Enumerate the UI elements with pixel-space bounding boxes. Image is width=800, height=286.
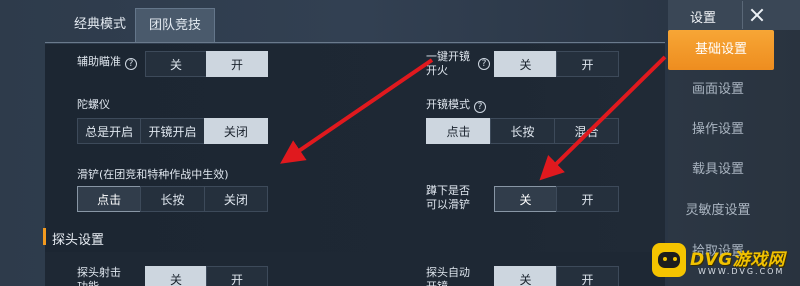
auto-peek-off[interactable]: 关 [494, 266, 557, 286]
crouch-slide-label-line1: 蹲下是否 [426, 184, 470, 197]
watermark-url: WWW.DVG.COM [698, 267, 785, 276]
peek-shoot-label: 探头射击 功能 [77, 266, 121, 286]
peek-shoot-label-line1: 探头射击 [77, 266, 121, 279]
auto-peek-toggle: 关 开 [494, 266, 619, 286]
help-icon[interactable]: ? [125, 58, 137, 70]
scope-mode-hold[interactable]: 长按 [490, 118, 555, 144]
mode-tabs: 经典模式 团队竞技 [0, 0, 668, 44]
slide-tap[interactable]: 点击 [77, 186, 142, 212]
aim-assist-on[interactable]: 开 [206, 51, 268, 77]
gyroscope-scope-on[interactable]: 开镜开启 [140, 118, 205, 144]
menu-item-basic-settings[interactable]: 基础设置 [668, 30, 774, 70]
auto-peek-label-line1: 探头自动 [426, 266, 470, 279]
peek-section-title: 探头设置 [52, 233, 105, 248]
section-accent-bar [43, 228, 46, 245]
settings-panel [45, 44, 665, 286]
slide-hold[interactable]: 长按 [140, 186, 205, 212]
tab-divider [45, 42, 665, 43]
aim-assist-off[interactable]: 关 [145, 51, 207, 77]
scope-mode-label-row: 开镜模式? [426, 98, 486, 113]
aim-assist-label-row: 辅助瞄准? [77, 55, 137, 70]
slide-off[interactable]: 关闭 [203, 186, 268, 212]
help-icon[interactable]: ? [474, 101, 486, 113]
watermark: DVG游戏网 WWW.DVG.COM [652, 239, 800, 286]
menu-title: 设置 [690, 11, 717, 26]
slide-options: 点击 长按 关闭 [77, 186, 268, 212]
crouch-slide-on[interactable]: 开 [556, 186, 619, 212]
one-key-scope-fire-toggle: 关 开 [494, 51, 619, 77]
help-icon[interactable]: ? [478, 58, 490, 70]
gyroscope-label: 陀螺仪 [77, 98, 110, 111]
gyroscope-always-on[interactable]: 总是开启 [77, 118, 142, 144]
scope-mode-tap[interactable]: 点击 [426, 118, 491, 144]
auto-peek-on[interactable]: 开 [556, 266, 619, 286]
scope-mode-label: 开镜模式 [426, 98, 470, 111]
peek-shoot-off[interactable]: 关 [145, 266, 207, 286]
close-icon[interactable] [742, 1, 770, 29]
peek-shoot-on[interactable]: 开 [206, 266, 268, 286]
settings-screen: 经典模式 团队竞技 辅助瞄准? 关 开 一键开镜 开火 ? 关 开 陀螺仪 总是… [0, 0, 800, 286]
aim-assist-toggle: 关 开 [145, 51, 268, 77]
aim-assist-label: 辅助瞄准 [77, 55, 121, 68]
menu-header [668, 0, 800, 30]
one-key-scope-fire-label: 一键开镜 开火 [426, 50, 470, 78]
scope-mode-options: 点击 长按 混合 [426, 118, 619, 144]
auto-peek-label-line2: 开镜 [426, 280, 470, 286]
one-key-scope-fire-label-line2: 开火 [426, 64, 448, 77]
menu-item-graphics-settings[interactable]: 画面设置 [668, 70, 768, 110]
gyroscope-off[interactable]: 关闭 [203, 118, 268, 144]
gamepad-icon [652, 243, 686, 277]
crouch-slide-label: 蹲下是否 可以滑铲 [426, 184, 470, 212]
gyroscope-options: 总是开启 开镜开启 关闭 [77, 118, 268, 144]
one-key-scope-fire-on[interactable]: 开 [556, 51, 619, 77]
peek-shoot-toggle: 关 开 [145, 266, 268, 286]
auto-peek-label: 探头自动 开镜 [426, 266, 470, 286]
tab-team-deathmatch[interactable]: 团队竞技 [135, 8, 215, 42]
crouch-slide-label-line2: 可以滑铲 [426, 198, 470, 211]
slide-label: 滑铲(在团竞和特种作战中生效) [77, 168, 229, 181]
peek-shoot-label-line2: 功能 [77, 280, 121, 286]
crouch-slide-toggle: 关 开 [494, 186, 619, 212]
scope-mode-mixed[interactable]: 混合 [554, 118, 619, 144]
one-key-scope-fire-off[interactable]: 关 [494, 51, 557, 77]
menu-item-sensitivity-settings[interactable]: 灵敏度设置 [668, 191, 768, 231]
one-key-scope-fire-label-line1: 一键开镜 [426, 50, 470, 63]
menu-item-vehicle-settings[interactable]: 载具设置 [668, 150, 768, 190]
menu-item-controls-settings[interactable]: 操作设置 [668, 110, 768, 150]
crouch-slide-off[interactable]: 关 [494, 186, 557, 212]
